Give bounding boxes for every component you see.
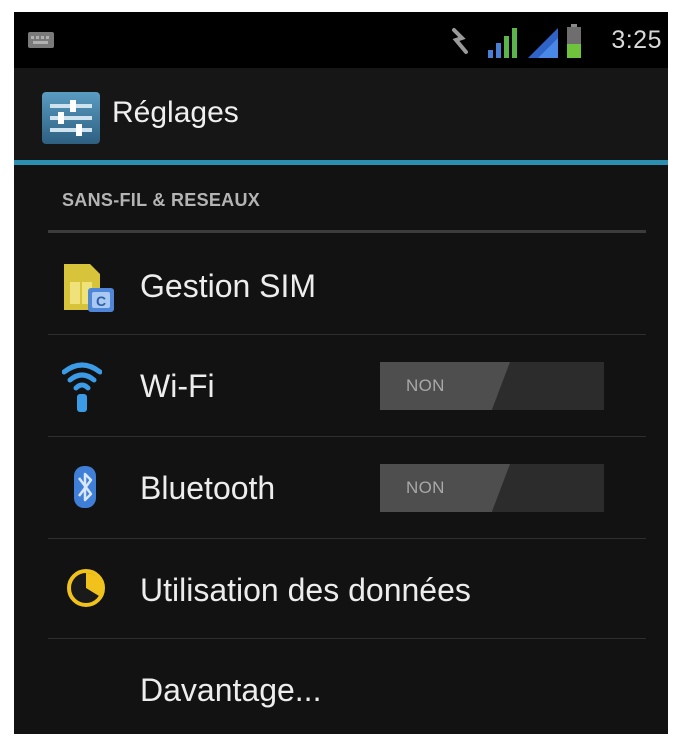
page-title: Réglages [112,96,239,129]
bluetooth-icon [74,466,96,508]
settings-item-wifi[interactable]: Wi-Fi NON [14,334,668,434]
action-bar-divider [14,160,668,165]
section-divider [48,230,646,233]
toggle-knob [380,464,510,512]
toggle-state: NON [406,478,445,497]
wifi-icon [62,362,102,412]
signal-icon [488,28,517,58]
settings-item-data-usage[interactable]: Utilisation des données [14,538,668,638]
notification-icon [28,32,54,48]
toggle-state: NON [406,376,445,395]
settings-app-icon[interactable] [40,88,102,148]
settings-item-more[interactable]: Davantage... [14,638,668,734]
settings-item-label: Utilisation des données [140,572,471,608]
status-bar: 3:25 [14,12,668,68]
phone-screen: 3:25 Réglages SANS-FIL & RESEAUX C Gesti… [14,12,668,734]
settings-item-label: Davantage... [140,672,322,708]
settings-item-sim[interactable]: C Gestion SIM [14,234,668,334]
settings-item-label: Gestion SIM [140,268,317,304]
toggle-knob [380,362,510,410]
data-usage-icon [67,569,105,607]
battery-icon [567,24,581,58]
action-bar: Réglages [14,68,668,160]
settings-item-bluetooth[interactable]: Bluetooth NON [14,436,668,536]
signal-icon [528,28,558,58]
svg-text:C: C [96,293,106,309]
section-header: SANS-FIL & RESEAUX [62,190,261,210]
settings-item-label: Bluetooth [140,470,276,506]
sim-card-icon: C [64,264,114,312]
settings-item-label: Wi-Fi [140,368,215,404]
wifi-toggle[interactable]: NON [380,362,604,410]
sync-icon [452,28,468,54]
status-time: 3:25 [611,26,662,54]
bluetooth-toggle[interactable]: NON [380,464,604,512]
